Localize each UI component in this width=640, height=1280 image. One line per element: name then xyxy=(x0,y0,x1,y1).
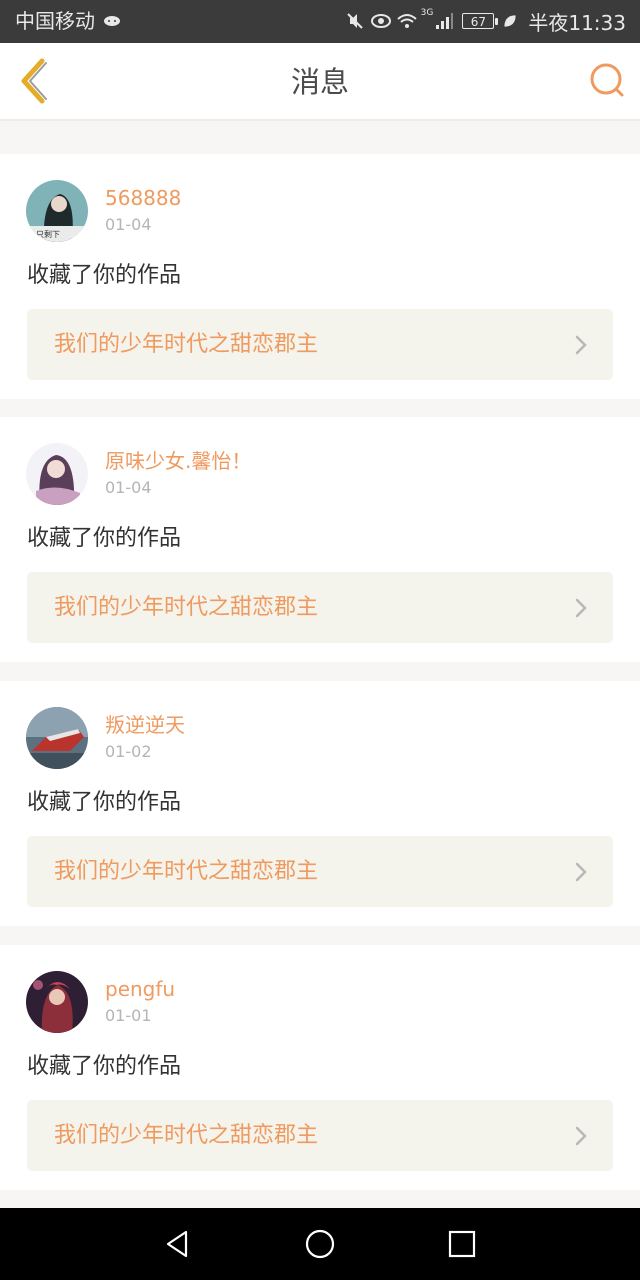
svg-text:只剩下: 只剩下 xyxy=(36,229,60,239)
cat-icon xyxy=(104,16,120,26)
user-name[interactable]: 叛逆逆天 xyxy=(105,713,185,737)
work-title: 我们的少年时代之甜恋郡主 xyxy=(54,859,319,884)
message-date: 01-02 xyxy=(105,742,152,761)
message-date: 01-01 xyxy=(105,1006,152,1025)
page-title: 消息 xyxy=(290,65,349,99)
action-text: 收藏了你的作品 xyxy=(27,263,182,288)
action-text: 收藏了你的作品 xyxy=(27,526,182,551)
work-link[interactable]: 我们的少年时代之甜恋郡主 xyxy=(27,572,613,643)
status-bar: 中国移动 3G 67 半夜11:33 xyxy=(0,0,640,43)
chevron-right-icon xyxy=(575,335,587,355)
work-link[interactable]: 我们的少年时代之甜恋郡主 xyxy=(27,836,613,907)
message-card: 原味少女.馨怡！ 01-04 收藏了你的作品 我们的少年时代之甜恋郡主 xyxy=(0,417,640,662)
work-title: 我们的少年时代之甜恋郡主 xyxy=(54,1123,319,1148)
avatar[interactable] xyxy=(26,971,88,1033)
signal-icon xyxy=(436,13,454,29)
chevron-right-icon xyxy=(575,598,587,618)
chevron-right-icon xyxy=(575,862,587,882)
wifi-icon xyxy=(396,14,417,28)
work-link[interactable]: 我们的少年时代之甜恋郡主 xyxy=(27,309,613,380)
message-card: 叛逆逆天 01-02 收藏了你的作品 我们的少年时代之甜恋郡主 xyxy=(0,681,640,926)
work-title: 我们的少年时代之甜恋郡主 xyxy=(54,595,319,620)
carrier-label: 中国移动 xyxy=(15,9,95,33)
mute-icon xyxy=(346,13,363,29)
battery-icon: 67 xyxy=(462,13,499,29)
recents-square-icon[interactable] xyxy=(446,1228,478,1260)
user-name[interactable]: pengfu xyxy=(105,977,175,1001)
chevron-right-icon xyxy=(575,1126,587,1146)
network-type-label: 3G xyxy=(420,8,434,18)
header: 消息 xyxy=(0,43,640,121)
message-date: 01-04 xyxy=(105,478,152,497)
message-date: 01-04 xyxy=(105,215,152,234)
message-card: 只剩下 568888 01-04 收藏了你的作品 我们的少年时代之甜恋郡主 xyxy=(0,154,640,399)
search-icon[interactable] xyxy=(588,61,626,99)
message-card: pengfu 01-01 收藏了你的作品 我们的少年时代之甜恋郡主 xyxy=(0,945,640,1190)
clock: 半夜11:33 xyxy=(528,10,626,35)
back-triangle-icon[interactable] xyxy=(162,1228,194,1260)
action-text: 收藏了你的作品 xyxy=(27,1054,182,1079)
avatar[interactable] xyxy=(26,707,88,769)
avatar[interactable]: 只剩下 xyxy=(26,180,88,242)
action-text: 收藏了你的作品 xyxy=(27,790,182,815)
work-link[interactable]: 我们的少年时代之甜恋郡主 xyxy=(27,1100,613,1171)
work-title: 我们的少年时代之甜恋郡主 xyxy=(54,332,319,357)
home-circle-icon[interactable] xyxy=(304,1228,336,1260)
user-name[interactable]: 原味少女.馨怡！ xyxy=(105,449,251,473)
leaf-icon xyxy=(504,15,516,27)
avatar[interactable] xyxy=(26,443,88,505)
eye-icon xyxy=(370,14,391,28)
navigation-bar xyxy=(0,1208,640,1280)
user-name[interactable]: 568888 xyxy=(105,186,181,210)
